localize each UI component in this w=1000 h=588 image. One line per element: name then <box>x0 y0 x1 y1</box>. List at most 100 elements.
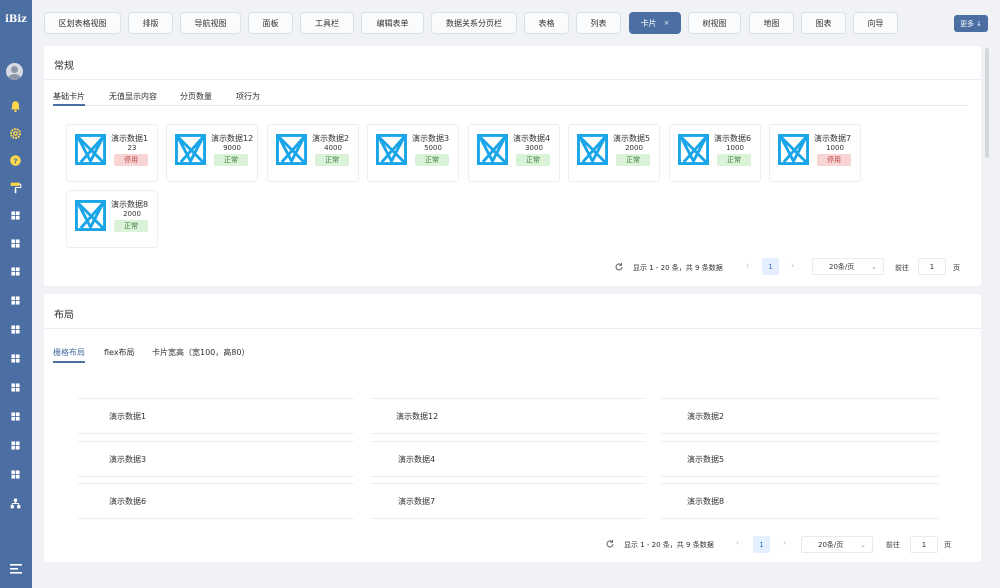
page-size-select[interactable]: 20条/页 ⌄ <box>801 536 873 553</box>
tab-label: 面板 <box>262 18 279 28</box>
page-size-select[interactable]: 20条/页 ⌄ <box>812 258 884 275</box>
tab-item[interactable]: 导航视图 <box>180 12 241 34</box>
goto-page-input[interactable]: 1 <box>918 258 946 275</box>
grid-icon[interactable] <box>9 237 22 250</box>
panel-layout: 布局 栅格布局 flex布局 卡片宽高（宽100，高80） 演示数据1 演示数据… <box>44 294 981 562</box>
tab-item[interactable]: 图表 <box>801 12 846 34</box>
card-name: 演示数据5 <box>613 134 651 143</box>
tab-label: 树视图 <box>702 18 727 28</box>
card-item[interactable]: 演示数据12 9000 正常 <box>166 124 258 182</box>
subtab-item-behavior[interactable]: 项行为 <box>236 91 260 102</box>
gear-icon[interactable] <box>9 127 22 140</box>
card-item[interactable]: 演示数据2 4000 正常 <box>267 124 359 182</box>
chevron-left-icon[interactable]: ‹ <box>736 538 739 547</box>
pager-current-page[interactable]: 1 <box>762 258 779 275</box>
grid-item[interactable]: 演示数据3 <box>78 441 354 477</box>
card-value: 9000 <box>223 144 241 152</box>
paint-roller-icon[interactable] <box>9 181 22 194</box>
card-name: 演示数据12 <box>211 134 254 143</box>
app-logo: iBiz <box>5 14 27 25</box>
scrollbar[interactable] <box>985 44 989 564</box>
tab-label: 表格 <box>538 18 555 28</box>
grid-icon[interactable] <box>9 410 22 423</box>
grid-item[interactable]: 演示数据6 <box>78 483 354 519</box>
card-item[interactable]: 演示数据5 2000 正常 <box>568 124 660 182</box>
more-button-label: 更多 <box>960 19 975 28</box>
card-logo-icon <box>678 134 709 165</box>
help-icon[interactable]: ? <box>9 154 22 167</box>
grid-item[interactable]: 演示数据5 <box>660 441 940 477</box>
svg-text:?: ? <box>13 156 17 165</box>
chevron-right-icon[interactable]: › <box>791 261 794 270</box>
tab-item[interactable]: 编辑表单 <box>361 12 424 34</box>
goto-page-input[interactable]: 1 <box>910 536 938 553</box>
card-item[interactable]: 演示数据7 1000 停用 <box>769 124 861 182</box>
refresh-icon[interactable] <box>614 262 624 272</box>
grid-item[interactable]: 演示数据2 <box>660 398 940 434</box>
bell-icon[interactable] <box>9 100 22 113</box>
subtab-empty-content[interactable]: 无值显示内容 <box>109 91 157 102</box>
grid-item[interactable]: 演示数据12 <box>370 398 646 434</box>
card-item[interactable]: 演示数据1 23 停用 <box>66 124 158 182</box>
pager-current-page[interactable]: 1 <box>753 536 770 553</box>
subtab-basic-card[interactable]: 基础卡片 <box>53 91 85 102</box>
sitemap-icon[interactable] <box>9 497 22 510</box>
close-icon[interactable]: × <box>664 19 670 27</box>
status-badge: 正常 <box>616 154 650 166</box>
divider <box>44 328 981 329</box>
tab-label: 卡片 <box>640 18 657 28</box>
grid-icon[interactable] <box>9 323 22 336</box>
grid-icon[interactable] <box>9 381 22 394</box>
subtab-flex-layout[interactable]: flex布局 <box>104 347 135 358</box>
tab-item[interactable]: 工具栏 <box>300 12 354 34</box>
goto-label: 前往 <box>886 541 900 549</box>
grid-item[interactable]: 演示数据8 <box>660 483 940 519</box>
tab-item[interactable]: 面板 <box>248 12 293 34</box>
more-button[interactable]: 更多 ↓ <box>954 15 988 32</box>
user-avatar[interactable] <box>6 63 23 80</box>
tab-item[interactable]: 排版 <box>128 12 173 34</box>
tab-item[interactable]: 列表 <box>576 12 621 34</box>
subtab-grid-layout[interactable]: 栅格布局 <box>53 347 85 358</box>
tab-label: 地图 <box>763 18 780 28</box>
subtab-page-count[interactable]: 分页数量 <box>180 91 212 102</box>
grid-item[interactable]: 演示数据7 <box>370 483 646 519</box>
tab-item[interactable]: 数据关系分页栏 <box>431 12 517 34</box>
grid-icon[interactable] <box>9 468 22 481</box>
chevron-left-icon[interactable]: ‹ <box>746 261 749 270</box>
card-item[interactable]: 演示数据3 5000 正常 <box>367 124 459 182</box>
tab-item[interactable]: 向导 <box>853 12 898 34</box>
page-size-value: 20条/页 <box>818 540 844 549</box>
tab-label: 图表 <box>815 18 832 28</box>
tab-item-active[interactable]: 卡片 × <box>629 12 681 34</box>
tab-label: 工具栏 <box>315 18 339 28</box>
grid-icon[interactable] <box>9 294 22 307</box>
grid-item[interactable]: 演示数据4 <box>370 441 646 477</box>
refresh-icon[interactable] <box>605 539 615 549</box>
subtab-card-size[interactable]: 卡片宽高（宽100，高80） <box>152 347 249 358</box>
divider <box>44 79 981 80</box>
card-item[interactable]: 演示数据6 1000 正常 <box>669 124 761 182</box>
card-logo-icon <box>276 134 307 165</box>
chevron-right-icon[interactable]: › <box>783 538 786 547</box>
scrollbar-thumb[interactable] <box>985 48 989 158</box>
tab-item[interactable]: 表格 <box>524 12 569 34</box>
card-item[interactable]: 演示数据8 2000 正常 <box>66 190 158 248</box>
tab-item[interactable]: 区划表格视图 <box>44 12 121 34</box>
card-name: 演示数据7 <box>814 134 852 143</box>
tab-item[interactable]: 树视图 <box>688 12 741 34</box>
menu-icon[interactable] <box>10 564 22 574</box>
grid-icon[interactable] <box>9 209 22 222</box>
grid-icon[interactable] <box>9 439 22 452</box>
tab-label: 列表 <box>590 18 607 28</box>
sidebar: iBiz ? <box>0 0 32 588</box>
card-logo-icon <box>175 134 206 165</box>
grid-item[interactable]: 演示数据1 <box>78 398 354 434</box>
grid-icon[interactable] <box>9 265 22 278</box>
tab-label: 编辑表单 <box>376 18 409 28</box>
card-item[interactable]: 演示数据4 3000 正常 <box>468 124 560 182</box>
grid-icon[interactable] <box>9 352 22 365</box>
tab-item[interactable]: 地图 <box>749 12 794 34</box>
panel-title: 常规 <box>54 61 74 72</box>
subtab-active-indicator <box>53 361 85 363</box>
